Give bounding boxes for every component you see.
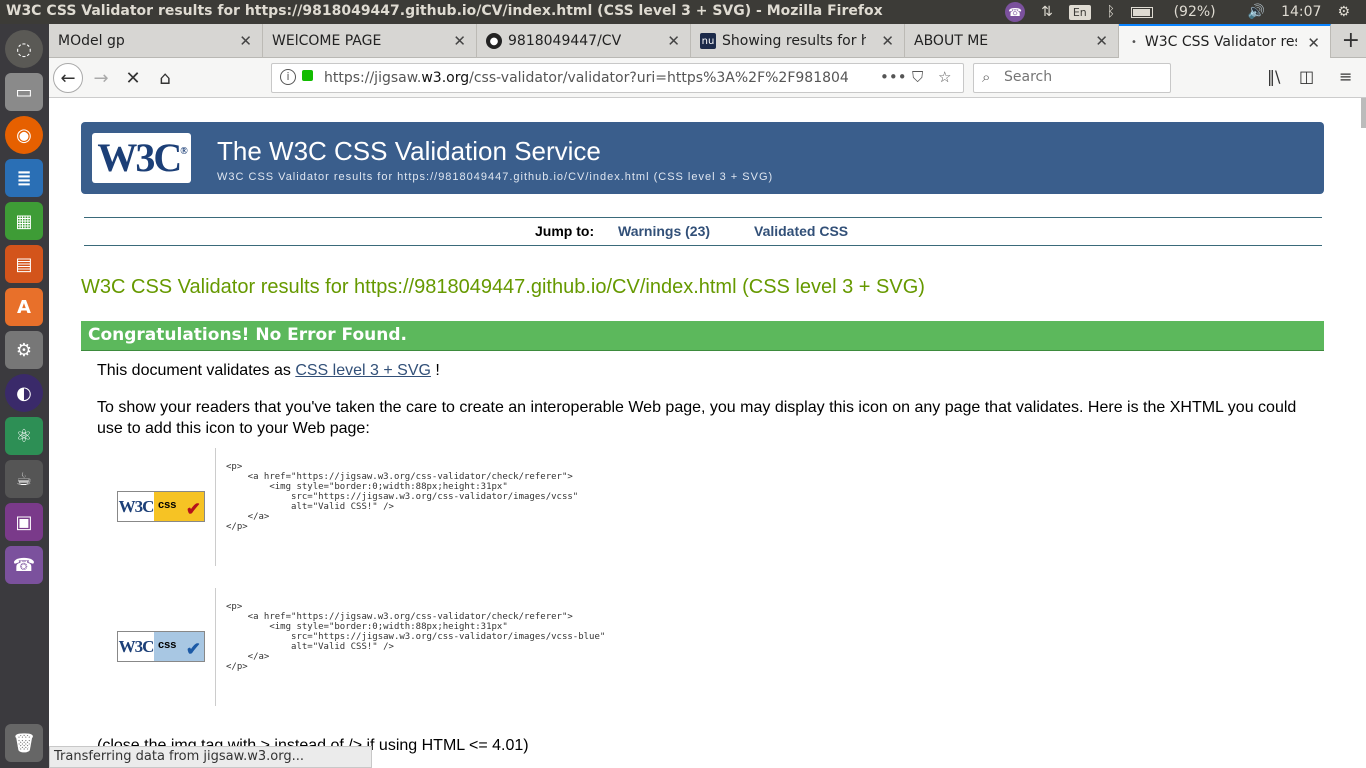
- search-input[interactable]: [1004, 69, 1164, 85]
- software-center-icon[interactable]: A: [5, 288, 43, 326]
- site-info-icon[interactable]: i: [280, 69, 296, 85]
- bookmark-star-icon[interactable]: ☆: [938, 68, 951, 86]
- service-title: The W3C CSS Validation Service: [217, 136, 601, 166]
- badge-code-snippet: <p> <a href="https://jigsaw.w3.org/css-v…: [215, 448, 815, 566]
- clock[interactable]: 14:07: [1281, 4, 1321, 20]
- libreoffice-impress-icon[interactable]: ▤: [5, 245, 43, 283]
- java-app-icon[interactable]: ☕: [5, 460, 43, 498]
- congratulations-banner: Congratulations! No Error Found.: [81, 321, 1324, 351]
- pocket-icon[interactable]: ⛉: [912, 68, 923, 86]
- close-tab-icon[interactable]: ✕: [881, 32, 894, 50]
- lock-icon: [302, 70, 313, 81]
- volume-icon[interactable]: 🔊: [1248, 4, 1265, 20]
- battery-icon: [1131, 6, 1154, 18]
- system-top-bar: W3C CSS Validator results for https://98…: [0, 0, 1366, 24]
- css-level-link[interactable]: CSS level 3 + SVG: [295, 362, 431, 379]
- window-title: W3C CSS Validator results for https://98…: [6, 3, 883, 19]
- close-tab-icon[interactable]: ✕: [239, 32, 252, 50]
- libreoffice-writer-icon[interactable]: ≣: [5, 159, 43, 197]
- network-icon[interactable]: ⇅: [1041, 4, 1053, 20]
- warnings-link[interactable]: Warnings (23): [618, 223, 710, 239]
- github-icon: ●: [486, 33, 502, 49]
- library-icon[interactable]: ‖\: [1267, 67, 1280, 86]
- firefox-icon[interactable]: ◉: [5, 116, 43, 154]
- search-icon: ⌕: [982, 68, 991, 86]
- new-tab-button[interactable]: +: [1342, 28, 1360, 53]
- header-banner: W3C® The W3C CSS Validation Service W3C …: [81, 122, 1324, 194]
- badge-row-blue: W3C css ✔ <p> <a href="https://jigsaw.w3.…: [97, 588, 1297, 706]
- power-icon[interactable]: ⚙: [1337, 4, 1350, 20]
- validated-css-link[interactable]: Validated CSS: [754, 223, 848, 239]
- stop-loading-button[interactable]: ✕: [119, 64, 147, 92]
- dash-home-icon[interactable]: ◌: [5, 30, 43, 68]
- tab-showing-results[interactable]: nu Showing results for ht ✕: [691, 24, 905, 58]
- results-title: W3C CSS Validator results for https://98…: [81, 276, 925, 298]
- valid-css-badge-blue[interactable]: W3C css ✔: [117, 631, 205, 662]
- page-actions-icon[interactable]: •••: [880, 68, 907, 86]
- trash-icon[interactable]: 🗑: [5, 724, 43, 762]
- close-tab-icon[interactable]: ✕: [453, 32, 466, 50]
- url-bar[interactable]: i https://jigsaw.w3.org/css-validator/va…: [271, 63, 964, 93]
- service-subtitle: W3C CSS Validator results for https://98…: [217, 171, 774, 183]
- tab-about-me[interactable]: ABOUT ME ✕: [905, 24, 1119, 58]
- validator-nu-icon: nu: [700, 33, 716, 49]
- badge-code-snippet-blue: <p> <a href="https://jigsaw.w3.org/css-v…: [215, 588, 815, 706]
- close-tab-icon[interactable]: ✕: [667, 32, 680, 50]
- status-bar: Transferring data from jigsaw.w3.org...: [49, 746, 372, 768]
- navigation-toolbar: ← → ✕ ⌂ i https://jigsaw.w3.org/css-vali…: [49, 58, 1366, 98]
- url-text[interactable]: https://jigsaw.w3.org/css-validator/vali…: [324, 70, 884, 86]
- search-box[interactable]: ⌕: [973, 63, 1171, 93]
- eclipse-icon[interactable]: ◐: [5, 374, 43, 412]
- files-icon[interactable]: ▭: [5, 73, 43, 111]
- media-app-icon[interactable]: ▣: [5, 503, 43, 541]
- display-icon-text: To show your readers that you've taken t…: [97, 399, 1297, 437]
- atom-icon[interactable]: ⚛: [5, 417, 43, 455]
- viber-tray-icon[interactable]: ☎: [1005, 2, 1026, 22]
- forward-button[interactable]: →: [87, 64, 115, 92]
- battery-indicator[interactable]: (92%): [1131, 4, 1232, 20]
- w3c-logo[interactable]: W3C®: [92, 133, 191, 183]
- jump-to-nav: Jump to: Warnings (23) Validated CSS: [84, 217, 1322, 246]
- tab-welcome-page[interactable]: WElCOME PAGE ✕: [263, 24, 477, 58]
- checkmark-icon: ✔: [185, 639, 201, 659]
- tab-bar: MOdel gp ✕ WElCOME PAGE ✕ ● 9818049447/C…: [49, 24, 1366, 58]
- page-content: W3C® The W3C CSS Validation Service W3C …: [49, 98, 1366, 768]
- tab-w3c-validator[interactable]: • W3C CSS Validator res ✕: [1119, 24, 1331, 58]
- back-button[interactable]: ←: [53, 63, 83, 93]
- menu-icon[interactable]: ≡: [1339, 67, 1352, 86]
- tab-github-cv[interactable]: ● 9818049447/CV ✕: [477, 24, 691, 58]
- system-settings-icon[interactable]: ⚙: [5, 331, 43, 369]
- close-tab-icon[interactable]: ✕: [1307, 34, 1320, 52]
- badge-row-gold: W3C css ✔ <p> <a href="https://jigsaw.w3.…: [97, 448, 1297, 566]
- sidebar-icon[interactable]: ◫: [1299, 67, 1314, 86]
- valid-css-badge-gold[interactable]: W3C css ✔: [117, 491, 205, 522]
- jump-to-label: Jump to:: [535, 223, 595, 239]
- home-button[interactable]: ⌂: [151, 64, 179, 92]
- validates-text: This document validates as CSS level 3 +…: [97, 362, 440, 379]
- viber-icon[interactable]: ☎: [5, 546, 43, 584]
- tab-model-gp[interactable]: MOdel gp ✕: [49, 24, 263, 58]
- libreoffice-calc-icon[interactable]: ▦: [5, 202, 43, 240]
- close-tab-icon[interactable]: ✕: [1095, 32, 1108, 50]
- scrollbar[interactable]: [1361, 98, 1366, 128]
- system-tray: ☎ ⇅ En ᛒ (92%) 🔊 14:07 ⚙: [1005, 0, 1366, 24]
- keyboard-layout-indicator[interactable]: En: [1068, 4, 1091, 20]
- launcher: ◌ ▭ ◉ ≣ ▦ ▤ A ⚙ ◐ ⚛ ☕ ▣ ☎ 🗑: [0, 24, 49, 768]
- checkmark-icon: ✔: [185, 499, 201, 519]
- bluetooth-icon[interactable]: ᛒ: [1107, 4, 1115, 20]
